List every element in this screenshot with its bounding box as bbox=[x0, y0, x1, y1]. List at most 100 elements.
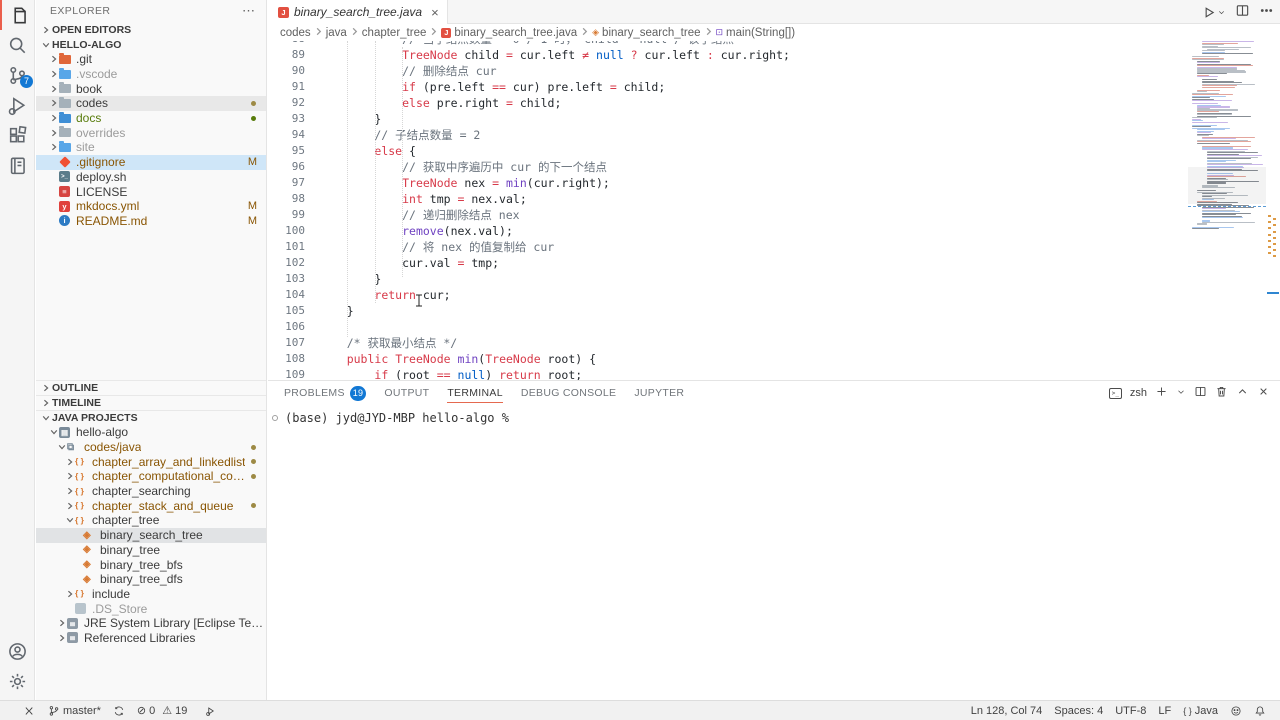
tree-item-codes[interactable]: codes bbox=[36, 96, 266, 111]
tree-item--gitignore[interactable]: .gitignoreM bbox=[36, 155, 266, 170]
notebook-icon bbox=[7, 155, 28, 176]
panel-tab-debug-console[interactable]: DEBUG CONSOLE bbox=[521, 381, 617, 405]
open-editors-header[interactable]: OPEN EDITORS bbox=[36, 22, 266, 37]
tree-item-site[interactable]: site bbox=[36, 140, 266, 155]
breadcrumb-item[interactable]: chapter_tree bbox=[362, 27, 427, 39]
activity-source-control[interactable]: 7 bbox=[0, 60, 35, 90]
line-number: 98 bbox=[268, 191, 305, 207]
cursor-position[interactable]: Ln 128, Col 74 bbox=[965, 701, 1049, 720]
tree-item-mkdocs-yml[interactable]: ymkdocs.ymlM bbox=[36, 199, 266, 214]
eol-setting[interactable]: LF bbox=[1152, 701, 1177, 720]
tree-item-chapter-searching[interactable]: { }chapter_searching bbox=[36, 484, 266, 499]
breadcrumb-item[interactable]: java bbox=[326, 27, 347, 39]
tree-item-hello-algo[interactable]: ▤hello-algo bbox=[36, 425, 266, 440]
branch-name: master* bbox=[63, 705, 101, 717]
symbol-method-icon: ⊡ bbox=[716, 27, 724, 38]
panel-tab-terminal[interactable]: TERMINAL bbox=[447, 381, 503, 405]
branch-status[interactable]: master* bbox=[42, 701, 107, 720]
language-mode[interactable]: { } Java bbox=[1177, 701, 1224, 720]
split-terminal-button[interactable] bbox=[1194, 385, 1207, 401]
notifications-bell-icon[interactable] bbox=[1248, 701, 1272, 720]
tree-item-include[interactable]: { }include bbox=[36, 587, 266, 602]
tree-item-book[interactable]: book bbox=[36, 81, 266, 96]
java-package-icon: { } bbox=[75, 515, 92, 526]
tree-item--ds-store[interactable]: .DS_Store bbox=[36, 601, 266, 616]
problems-status[interactable]: ⊘ 0 ⚠ 19 bbox=[131, 701, 193, 720]
tab-binary-search-tree[interactable]: J binary_search_tree.java × bbox=[268, 0, 448, 24]
terminal-prompt[interactable]: (base) jyd@JYD-MBP hello-algo % bbox=[285, 411, 509, 425]
tree-item-chapter-tree[interactable]: { }chapter_tree bbox=[36, 513, 266, 528]
search-icon bbox=[7, 35, 28, 56]
panel-tab-output[interactable]: OUTPUT bbox=[384, 381, 429, 405]
code-text: } bbox=[319, 271, 381, 287]
terminal-dropdown-icon[interactable] bbox=[1176, 386, 1186, 400]
sync-button[interactable] bbox=[107, 701, 131, 720]
encoding-setting[interactable]: UTF-8 bbox=[1109, 701, 1152, 720]
breadcrumb-item[interactable]: ⊡main(String[]) bbox=[716, 27, 796, 39]
git-file-icon bbox=[59, 158, 76, 166]
git-modified-badge: M bbox=[248, 156, 257, 168]
tree-item-chapter-computational-complexity[interactable]: { }chapter_computational_complexity bbox=[36, 469, 266, 484]
tree-item-referenced-libraries[interactable]: ≣Referenced Libraries bbox=[36, 631, 266, 646]
kill-terminal-button[interactable] bbox=[1215, 385, 1228, 401]
feedback-icon[interactable] bbox=[1224, 701, 1248, 720]
sidebar: EXPLORER ⋯ OPEN EDITORS HELLO-ALGO .git.… bbox=[36, 0, 267, 700]
activity-explorer[interactable] bbox=[0, 0, 35, 30]
tree-item-binary-tree-dfs[interactable]: ◈binary_tree_dfs bbox=[36, 572, 266, 587]
activity-run-debug[interactable] bbox=[0, 90, 35, 120]
line-number: 102 bbox=[268, 255, 305, 271]
breadcrumb-item[interactable]: Jbinary_search_tree.java bbox=[441, 27, 577, 39]
activity-settings[interactable] bbox=[0, 666, 35, 696]
more-actions-icon[interactable]: ⋯ bbox=[242, 3, 256, 19]
breadcrumb-item[interactable]: ◈binary_search_tree bbox=[592, 27, 700, 39]
minimap[interactable] bbox=[1188, 0, 1266, 380]
project-icon: ▤ bbox=[59, 427, 76, 438]
symbol-class-icon: ◈ bbox=[592, 27, 599, 38]
java-projects-section[interactable]: JAVA PROJECTS bbox=[36, 410, 266, 425]
tree-item-deploy-sh[interactable]: >_deploy.sh bbox=[36, 170, 266, 185]
tree-item-binary-tree[interactable]: ◈binary_tree bbox=[36, 543, 266, 558]
timeline-section[interactable]: TIMELINE bbox=[36, 395, 266, 410]
line-number: 96 bbox=[268, 159, 305, 175]
activity-extensions[interactable] bbox=[0, 120, 35, 150]
code-text: // 获取中序遍历中 cur 的下一个结点 bbox=[319, 159, 607, 175]
tree-item-codes-java[interactable]: ⧉codes/java bbox=[36, 440, 266, 455]
explorer-file-tree: .git.vscodebookcodesdocsoverridessite.gi… bbox=[36, 52, 266, 228]
activity-search[interactable] bbox=[0, 30, 35, 60]
minimap-slider[interactable] bbox=[1188, 167, 1266, 204]
activity-notebook[interactable] bbox=[0, 150, 35, 180]
panel-tab-problems[interactable]: PROBLEMS19 bbox=[284, 381, 366, 405]
breadcrumb-label: binary_search_tree bbox=[602, 27, 700, 39]
tree-item-docs[interactable]: docs bbox=[36, 111, 266, 126]
tree-item--vscode[interactable]: .vscode bbox=[36, 67, 266, 82]
chevron-down-icon bbox=[64, 516, 75, 524]
breadcrumb-item[interactable]: codes bbox=[280, 27, 311, 39]
account-icon bbox=[7, 641, 28, 662]
close-panel-button[interactable] bbox=[1257, 385, 1270, 401]
tree-item-readme-md[interactable]: iREADME.mdM bbox=[36, 214, 266, 229]
tree-item-license[interactable]: ≡LICENSE bbox=[36, 184, 266, 199]
close-icon[interactable]: × bbox=[431, 5, 439, 20]
panel-tab-jupyter[interactable]: JUPYTER bbox=[634, 381, 684, 405]
tree-item--git[interactable]: .git bbox=[36, 52, 266, 67]
activity-account[interactable] bbox=[0, 636, 35, 666]
tree-item-label: .DS_Store bbox=[92, 602, 147, 616]
project-root-header[interactable]: HELLO-ALGO bbox=[36, 37, 266, 52]
code-area[interactable]: 88 // 当子结点数量 = 0 / 1 时， child = null / 该… bbox=[268, 41, 1280, 380]
debug-status-icon[interactable] bbox=[199, 701, 223, 720]
tree-item-overrides[interactable]: overrides bbox=[36, 125, 266, 140]
maximize-panel-button[interactable] bbox=[1236, 385, 1249, 401]
tree-item-chapter-stack-and-queue[interactable]: { }chapter_stack_and_queue bbox=[36, 498, 266, 513]
bottom-panel: PROBLEMS19 OUTPUT TERMINAL DEBUG CONSOLE JUP… bbox=[268, 380, 1280, 700]
project-root-label: HELLO-ALGO bbox=[52, 39, 121, 51]
new-terminal-button[interactable] bbox=[1155, 385, 1168, 401]
line-number: 103 bbox=[268, 271, 305, 287]
tree-item-chapter-array-and-linkedlist[interactable]: { }chapter_array_and_linkedlist bbox=[36, 454, 266, 469]
tree-item-binary-tree-bfs[interactable]: ◈binary_tree_bfs bbox=[36, 557, 266, 572]
tree-item-jre-system-library-eclipse-temurin-17-17-[interactable]: ≣JRE System Library [Eclipse Temurin 17 … bbox=[36, 616, 266, 631]
indentation-setting[interactable]: Spaces: 4 bbox=[1048, 701, 1109, 720]
outline-section[interactable]: OUTLINE bbox=[36, 380, 266, 395]
folder-icon bbox=[59, 143, 76, 152]
tree-item-binary-search-tree[interactable]: ◈binary_search_tree bbox=[36, 528, 266, 543]
remote-indicator[interactable] bbox=[14, 701, 42, 720]
